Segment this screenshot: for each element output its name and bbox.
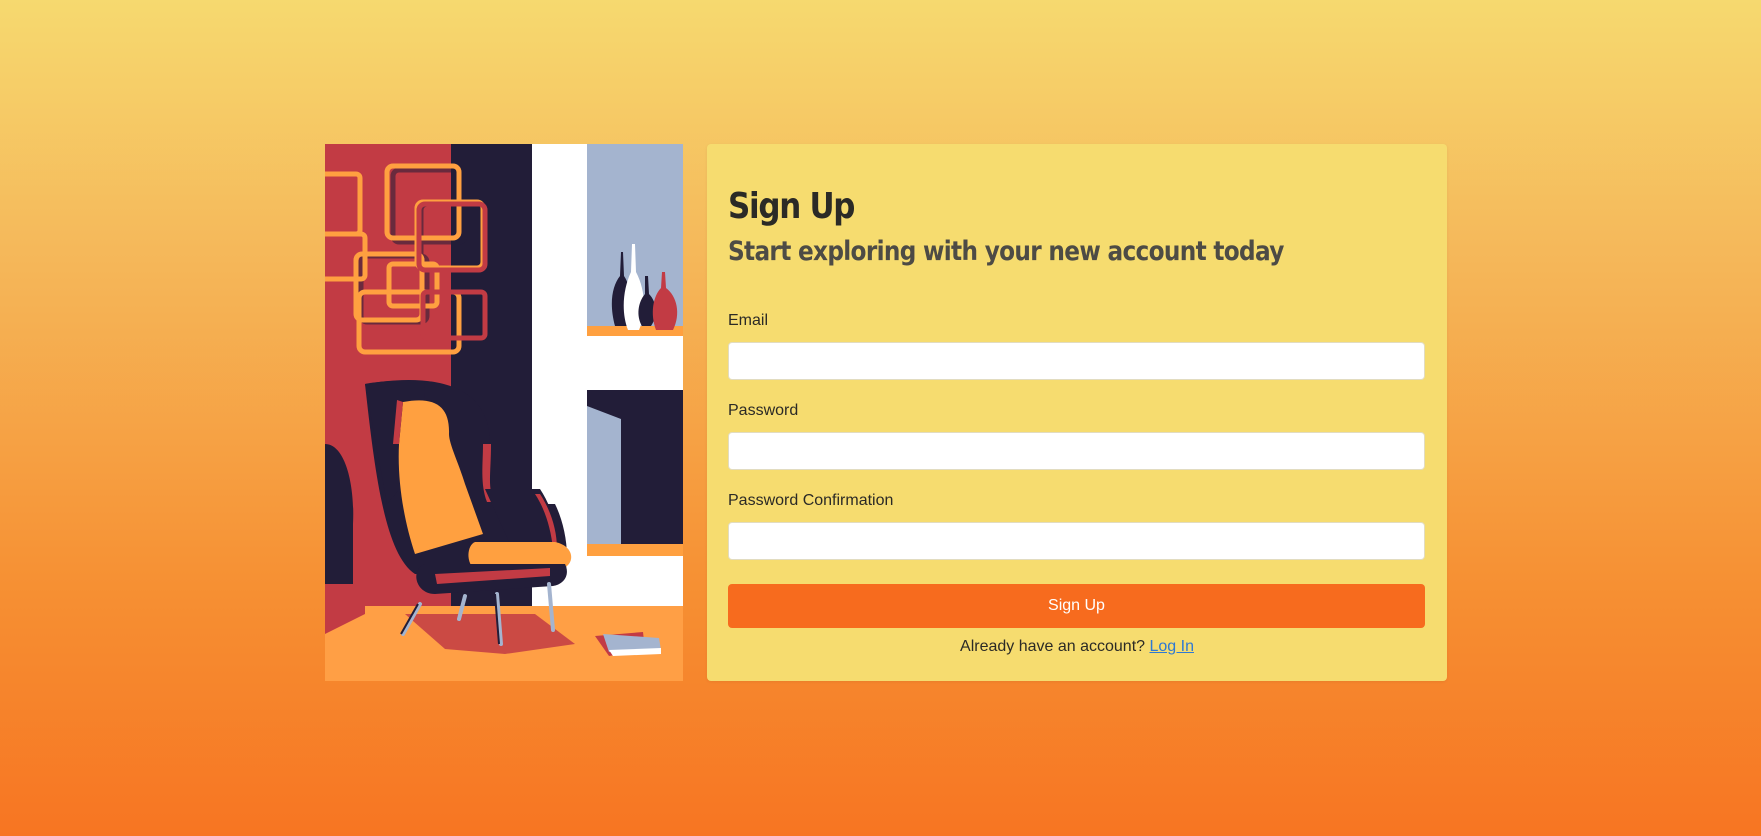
armchair-room-image — [325, 144, 683, 681]
login-prompt-text: Already have an account? — [960, 638, 1146, 655]
form-subtitle: Start exploring with your new account to… — [728, 236, 1284, 267]
password-label: Password — [728, 402, 799, 419]
room-illustration — [325, 144, 683, 681]
sign-up-button[interactable]: Sign Up — [728, 584, 1425, 628]
password-field[interactable] — [728, 432, 1425, 470]
signup-form: Sign Up Start exploring with your new ac… — [707, 144, 1447, 681]
log-in-link[interactable]: Log In — [1149, 638, 1193, 655]
login-prompt: Already have an account? Log In — [707, 638, 1447, 656]
email-field[interactable] — [728, 342, 1425, 380]
form-title: Sign Up — [728, 186, 855, 227]
signup-layout: Sign Up Start exploring with your new ac… — [325, 144, 1447, 681]
password-confirmation-field[interactable] — [728, 522, 1425, 560]
password-confirmation-label: Password Confirmation — [728, 492, 894, 509]
email-label: Email — [728, 312, 769, 329]
